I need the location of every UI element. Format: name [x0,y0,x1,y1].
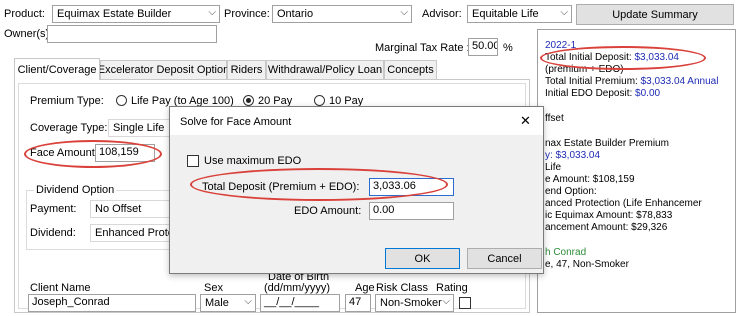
coverage-type-select[interactable]: Single Life [108,119,170,137]
payment-value: No Offset [95,203,142,215]
client-name-input[interactable]: Joseph_Conrad [28,294,196,312]
rating-checkbox[interactable] [459,297,471,309]
summary-premium: y: $3,033.04 [545,150,601,161]
summary-coverage: Life [545,162,562,173]
update-summary-button[interactable]: Update Summary [576,4,734,25]
coverage-type-label: Coverage Type: [30,122,108,134]
summary-total-deposit-label: Total Initial Deposit: [545,52,635,63]
rating-header: Rating [436,282,468,294]
province-label: Province: [224,8,270,20]
province-value: Ontario [277,8,314,20]
summary-initial-edo-value: $0.00 [635,88,661,99]
radio-selected-icon [243,95,254,106]
tab-excelerator-deposit-option[interactable]: Excelerator Deposit Option [98,60,229,79]
sex-header: Sex [204,282,223,294]
tab-riders[interactable]: Riders [227,60,266,79]
dividend-select[interactable]: Enhanced Prote [90,224,170,242]
summary-total-deposit-value: $3,033.04 [634,52,680,63]
sex-select[interactable]: Male ⌵ [200,294,256,312]
risk-class-select[interactable]: Non-Smoker ⌵ [375,294,454,312]
product-value: Equimax Estate Builder [57,8,172,20]
summary-initial-edo: Initial EDO Deposit: $0.00 [545,88,660,99]
summary-product: nax Estate Builder Premium [545,138,669,149]
use-max-edo-label: Use maximum EDO [204,155,302,167]
chevron-down-icon: ⌵ [442,296,450,307]
coverage-type-value: Single Life [113,122,165,134]
edo-amount-input[interactable]: 0.00 [369,202,454,220]
summary-total-premium-value: $3,033.04 Annual [640,76,719,87]
tab-withdrawal-policy-loan[interactable]: Withdrawal/Policy Loan [266,60,384,79]
advisor-label: Advisor: [422,8,462,20]
marginal-tax-input[interactable]: 50.00 [468,38,498,56]
dialog-title: Solve for Face Amount [180,116,292,128]
summary-basic-amount: ic Equimax Amount: $78,833 [545,210,673,221]
summary-initial-edo-label: Initial EDO Deposit: [545,88,636,99]
close-icon[interactable]: ✕ [520,113,531,129]
marginal-tax-label: Marginal Tax Rate : [375,42,470,54]
dob-format-header: (dd/mm/yyyy) [264,282,330,294]
summary-client-name: h Conrad [545,247,587,258]
advisor-select[interactable]: Equitable Life ⌵ [467,5,572,23]
chevron-down-icon: ⌵ [244,296,252,307]
tab-client-coverage[interactable]: Client/Coverage [14,58,100,80]
dividend-value: Enhanced Prote [95,227,170,239]
product-label: Product: [4,8,45,20]
chevron-down-icon: ⌵ [560,7,568,18]
premium-type-label: Premium Type: [30,95,104,107]
summary-year: 2022-1 [545,40,577,51]
age-input[interactable]: 47 [345,294,371,312]
total-deposit-input[interactable]: 3,033.06 [369,178,454,196]
summary-total-deposit: Total Initial Deposit: $3,033.04 [545,52,679,63]
owner-label: Owner(s): [4,28,53,40]
dob-input[interactable]: __/__/____ [260,294,340,312]
tab-concepts[interactable]: Concepts [384,60,437,79]
age-header: Age [355,282,375,294]
payment-select[interactable]: No Offset [90,200,170,218]
chevron-down-icon: ⌵ [208,7,216,18]
summary-enhanced-protection: anced Protection (Life Enhancemer [545,198,702,209]
radio-icon [116,95,127,106]
total-deposit-label: Total Deposit (Premium + EDO): [202,181,360,193]
client-name-header: Client Name [30,282,91,294]
advisor-value: Equitable Life [472,8,539,20]
risk-class-value: Non-Smoker [380,297,442,309]
owner-input[interactable] [47,25,217,43]
payment-label: Payment: [30,203,77,215]
dividend-option-label: Dividend Option [34,184,117,196]
radio-icon [314,95,325,106]
solve-face-amount-dialog: Solve for Face Amount ✕ Use maximum EDO … [169,106,544,274]
ok-button[interactable]: OK [385,248,460,269]
cancel-button[interactable]: Cancel [467,248,542,269]
summary-total-premium: Total Initial Premium: $3,033.04 Annual [545,76,718,87]
summary-premium-edo: (premium + EDO) [545,64,624,75]
summary-enhancement-amount: ancement Amount: $29,326 [545,222,668,233]
summary-face-amount: e Amount: $108,159 [545,174,635,185]
product-select[interactable]: Equimax Estate Builder ⌵ [52,5,220,23]
province-select[interactable]: Ontario ⌵ [272,5,412,23]
dividend-label: Dividend: [30,227,76,239]
chevron-down-icon: ⌵ [400,7,408,18]
face-amount-input[interactable]: 108,159 [95,144,155,162]
use-max-edo-checkbox[interactable] [187,155,199,167]
summary-dividend-option: end Option: [545,186,597,197]
risk-class-header: Risk Class [376,282,428,294]
sex-value: Male [205,297,229,309]
summary-total-premium-label: Total Initial Premium: [545,76,641,87]
percent-sign: % [503,42,513,54]
summary-offset: ffset [545,113,564,124]
summary-client-details: e, 47, Non-Smoker [545,259,629,270]
edo-amount-label: EDO Amount: [294,205,362,217]
